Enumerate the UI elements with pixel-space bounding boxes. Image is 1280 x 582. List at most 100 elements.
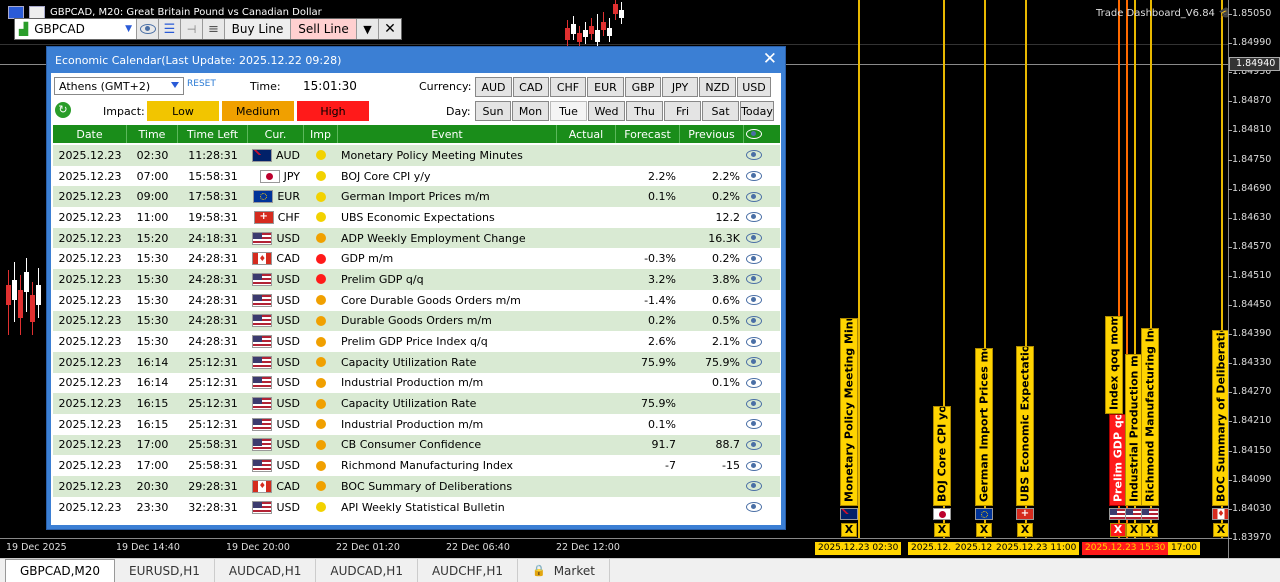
impact-button-medium[interactable]: Medium <box>222 101 294 121</box>
cell-visibility[interactable] <box>744 228 764 249</box>
pin-button[interactable]: ⊣ <box>181 19 203 39</box>
day-button-sun[interactable]: Sun <box>475 101 511 121</box>
event-label[interactable]: Monetary Policy Meeting Minutes <box>840 318 858 506</box>
event-close-marker[interactable]: X <box>1142 523 1158 537</box>
table-row[interactable]: 2025.12.23 02:30 11:28:31 AUD Monetary Polic… <box>53 145 780 166</box>
timezone-select[interactable]: Athens (GMT+2) <box>54 77 184 95</box>
currency-button-gbp[interactable]: GBP <box>625 77 661 97</box>
cell-visibility[interactable] <box>744 186 764 207</box>
column-header-event[interactable]: Event <box>338 125 557 143</box>
price-axis[interactable]: 1.85050 1.84990 1.84930 1.84870 1.84810 1.847… <box>1228 0 1280 558</box>
tab-gbpcad-m20[interactable]: GBPCAD,M20 <box>5 559 116 582</box>
cell-visibility[interactable] <box>744 476 764 497</box>
event-label[interactable]: BOC Summary of Deliberations <box>1212 330 1228 506</box>
cell-visibility[interactable] <box>744 269 764 290</box>
day-button-mon[interactable]: Mon <box>512 101 549 121</box>
table-row[interactable]: 2025.12.23 16:14 25:12:31 USD Industrial Pro… <box>53 372 780 394</box>
cell-visibility[interactable] <box>744 145 764 166</box>
event-close-marker[interactable]: X <box>976 523 992 537</box>
tab-eurusd-h1[interactable]: EURUSD,H1 <box>115 559 215 582</box>
refresh-icon[interactable]: ↻ <box>55 102 71 118</box>
day-button-wed[interactable]: Wed <box>588 101 625 121</box>
buy-line-button[interactable]: Buy Line <box>225 19 291 39</box>
day-button-thu[interactable]: Thu <box>626 101 663 121</box>
currency-button-chf[interactable]: CHF <box>550 77 586 97</box>
time-axis[interactable]: 19 Dec 2025 19 Dec 14:40 19 Dec 20:00 22 De… <box>0 538 1228 558</box>
event-close-marker[interactable]: X <box>1213 523 1228 537</box>
cell-visibility[interactable] <box>744 248 764 269</box>
table-row[interactable]: 2025.12.23 16:15 25:12:31 USD Industrial Pro… <box>53 413 780 435</box>
tab-market[interactable]: 🔒 Market <box>518 559 610 582</box>
column-header-visibility[interactable] <box>744 125 764 143</box>
table-row[interactable]: 2025.12.23 07:00 15:58:31 JPY BOJ Core CPI y… <box>53 165 780 187</box>
event-close-marker[interactable]: X <box>1110 523 1126 537</box>
menu-button[interactable]: ≡ <box>203 19 225 39</box>
currency-button-cad[interactable]: CAD <box>513 77 549 97</box>
cell-visibility[interactable] <box>744 207 764 228</box>
tab-audchf-h1[interactable]: AUDCHF,H1 <box>418 559 518 582</box>
column-header-cur-[interactable]: Cur. <box>248 125 304 143</box>
day-button-sat[interactable]: Sat <box>702 101 739 121</box>
event-label[interactable]: UBS Economic Expectations <box>1016 346 1034 506</box>
sell-line-button[interactable]: Sell Line <box>291 19 357 39</box>
event-label[interactable]: BOJ Core CPI yoy <box>933 406 951 506</box>
close-toolbar-button[interactable]: ✕ <box>379 19 401 39</box>
table-row[interactable]: 2025.12.23 09:00 17:58:31 EUR German Import … <box>53 186 780 208</box>
currency-button-eur[interactable]: EUR <box>587 77 624 97</box>
day-button-today[interactable]: Today <box>740 101 774 121</box>
table-row[interactable]: 2025.12.23 23:30 32:28:31 USD API Weekly Sta… <box>53 496 780 518</box>
column-header-time[interactable]: Time <box>127 125 178 143</box>
cell-visibility[interactable] <box>744 352 764 373</box>
list-button[interactable]: ☰ <box>159 19 181 39</box>
column-header-actual[interactable]: Actual <box>557 125 616 143</box>
column-header-imp[interactable]: Imp <box>304 125 338 143</box>
cell-visibility[interactable] <box>744 414 764 435</box>
cell-visibility[interactable] <box>744 435 764 456</box>
table-row[interactable]: 2025.12.23 15:30 24:28:31 USD Prelim GDP Pri… <box>53 331 780 352</box>
day-button-fri[interactable]: Fri <box>664 101 701 121</box>
column-header-previous[interactable]: Previous <box>680 125 744 143</box>
tab-audcad-h1[interactable]: AUDCAD,H1 <box>215 559 317 582</box>
table-row[interactable]: 2025.12.23 15:30 24:28:31 USD Durable Goods … <box>53 310 780 332</box>
currency-button-nzd[interactable]: NZD <box>699 77 736 97</box>
cell-visibility[interactable] <box>744 331 764 352</box>
impact-button-low[interactable]: Low <box>147 101 219 121</box>
event-close-marker[interactable]: X <box>934 523 950 537</box>
cell-visibility[interactable] <box>744 373 764 394</box>
cell-visibility[interactable] <box>744 290 764 311</box>
table-row[interactable]: 2025.12.23 15:20 24:18:31 USD ADP Weekly Emp… <box>53 227 780 249</box>
table-row[interactable]: 2025.12.23 16:14 25:12:31 USD Capacity Utili… <box>53 351 780 373</box>
column-header-forecast[interactable]: Forecast <box>616 125 680 143</box>
table-row[interactable]: 2025.12.23 16:15 25:12:31 USD Capacity Utili… <box>53 393 780 414</box>
reset-link[interactable]: RESET <box>187 79 216 89</box>
event-close-marker[interactable]: X <box>1017 523 1033 537</box>
event-label[interactable]: German Import Prices mom <box>975 348 993 506</box>
chart-type-icon[interactable] <box>29 5 45 19</box>
table-row[interactable]: 2025.12.23 17:00 25:58:31 USD CB Consumer Co… <box>53 434 780 456</box>
event-close-marker[interactable]: X <box>1126 523 1142 537</box>
event-label[interactable]: Index qoq mom <box>1105 316 1123 414</box>
cell-visibility[interactable] <box>744 455 764 476</box>
chart-menu-icon[interactable] <box>8 5 24 19</box>
table-row[interactable]: 2025.12.23 20:30 29:28:31 ♦ CAD BOC Summary o… <box>53 476 780 497</box>
dropdown-button[interactable]: ▼ <box>357 19 379 39</box>
column-header-time-left[interactable]: Time Left <box>178 125 248 143</box>
cell-visibility[interactable] <box>744 393 764 414</box>
panel-title-bar[interactable]: Economic Calendar(Last Update: 2025.12.2… <box>47 47 785 73</box>
column-header-date[interactable]: Date <box>53 125 127 143</box>
cell-visibility[interactable] <box>744 166 764 187</box>
cell-visibility[interactable] <box>744 497 764 518</box>
currency-button-aud[interactable]: AUD <box>475 77 512 97</box>
table-row[interactable]: 2025.12.23 17:00 25:58:31 USD Richmond Manuf… <box>53 455 780 476</box>
table-row[interactable]: 2025.12.23 11:00 19:58:31 + CHF UBS Economic … <box>53 207 780 228</box>
day-button-tue[interactable]: Tue <box>550 101 587 121</box>
eye-button[interactable] <box>137 19 159 39</box>
currency-button-usd[interactable]: USD <box>737 77 771 97</box>
event-label[interactable]: Richmond Manufacturing Index <box>1141 328 1159 506</box>
tab-audcad-h1[interactable]: AUDCAD,H1 <box>316 559 418 582</box>
event-close-marker[interactable]: X <box>841 523 857 537</box>
table-row[interactable]: 2025.12.23 15:30 24:28:31 ♦ CAD GDP m/m -0.3% 0… <box>53 248 780 270</box>
table-row[interactable]: 2025.12.23 15:30 24:28:31 USD Prelim GDP q/q… <box>53 269 780 290</box>
cell-visibility[interactable] <box>744 311 764 332</box>
table-row[interactable]: 2025.12.23 15:30 24:28:31 USD Core Durable G… <box>53 289 780 311</box>
